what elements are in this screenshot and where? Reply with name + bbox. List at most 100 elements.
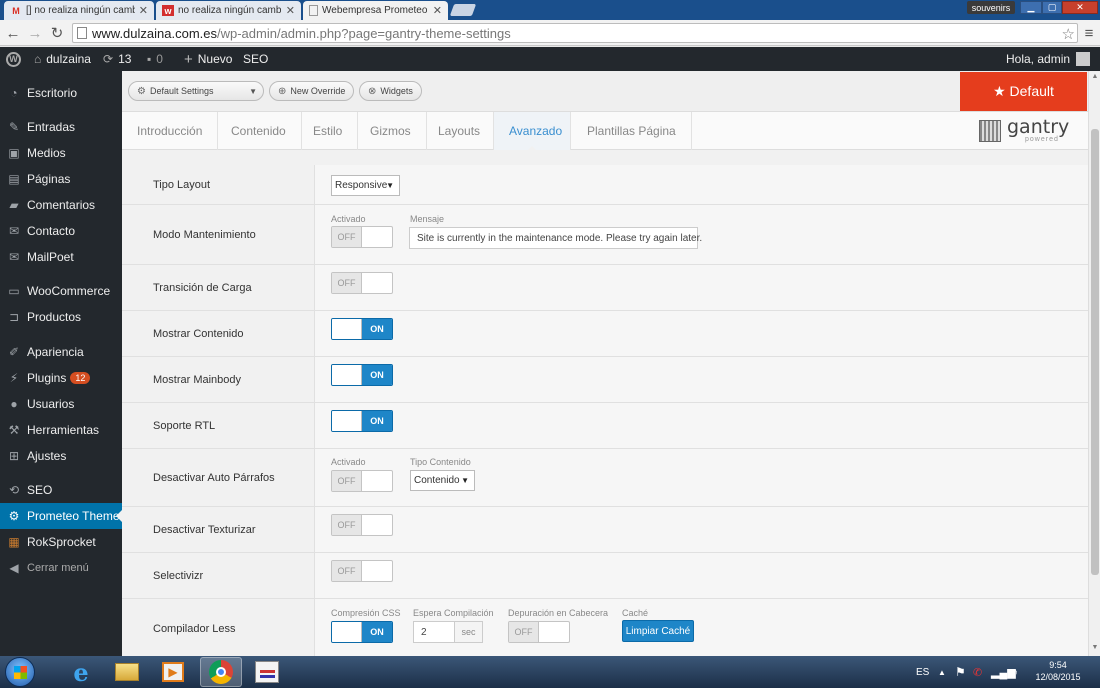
admin-bar-account[interactable]: Hola, admin bbox=[1006, 47, 1091, 71]
windows-logo-icon bbox=[14, 666, 27, 679]
wrench-icon: ⚒ bbox=[8, 423, 20, 437]
back-icon[interactable]: ← bbox=[4, 24, 22, 42]
start-button[interactable] bbox=[5, 657, 35, 687]
sidebar-item-comentarios[interactable]: ▰ Comentarios bbox=[0, 192, 122, 218]
gmail-icon: M bbox=[12, 5, 20, 16]
sidebar-item-entradas[interactable]: ✎ Entradas bbox=[0, 114, 122, 140]
wordpress-logo-icon[interactable]: W bbox=[6, 47, 21, 71]
sidebar-item-roksprocket[interactable]: ▦ RokSprocket bbox=[0, 529, 122, 555]
sidebar-item-mailpoet[interactable]: ✉ MailPoet bbox=[0, 244, 122, 270]
collapse-icon: ◀ bbox=[9, 561, 19, 575]
scroll-down-icon[interactable]: ▼ bbox=[1091, 644, 1099, 654]
desactivar-texturizar-toggle[interactable]: OFF bbox=[331, 514, 393, 536]
new-override-button[interactable]: ⊕ New Override bbox=[269, 81, 355, 101]
updates-icon: ⟳ bbox=[103, 52, 114, 66]
volume-icon[interactable]: ♪ bbox=[1012, 656, 1018, 688]
new-tab-button[interactable] bbox=[449, 4, 477, 16]
browser-tab-forum[interactable]: w no realiza ningún cambio ✕ bbox=[156, 1, 301, 20]
espera-compilacion-input[interactable]: 2 bbox=[413, 621, 455, 643]
sidebar-item-paginas[interactable]: ▤ Páginas bbox=[0, 166, 122, 192]
admin-bar-seo[interactable]: SEO bbox=[243, 47, 268, 71]
row-field: Compresión CSS ON Espera Compilación 2 s… bbox=[315, 599, 1088, 656]
chevron-down-icon: ▼ bbox=[461, 476, 469, 485]
app-icon[interactable] bbox=[246, 657, 288, 687]
row-desactivar-texturizar: Desactivar Texturizar OFF bbox=[122, 507, 1088, 553]
sidebar-item-seo[interactable]: ⟲ SEO bbox=[0, 477, 122, 503]
taskbar-clock[interactable]: 9:54 12/08/2015 bbox=[1030, 659, 1086, 683]
maximize-icon[interactable]: ▢ bbox=[1042, 1, 1062, 14]
close-window-icon[interactable]: ✕ bbox=[1062, 1, 1098, 14]
chrome-menu-icon[interactable]: ≡ bbox=[1082, 24, 1096, 42]
link-icon: ⊗ bbox=[368, 85, 377, 97]
sidebar-collapse-menu[interactable]: ◀ Cerrar menú bbox=[0, 555, 122, 581]
tab-contenido[interactable]: Contenido bbox=[216, 112, 302, 150]
tipo-layout-select[interactable]: Responsive ▼ bbox=[331, 175, 400, 196]
tab-layouts[interactable]: Layouts bbox=[423, 112, 497, 150]
network-warning-icon[interactable]: ✆ bbox=[973, 656, 982, 688]
sidebar-item-woocommerce[interactable]: ▭ WooCommerce bbox=[0, 278, 122, 304]
soporte-rtl-toggle[interactable]: ON bbox=[331, 410, 393, 432]
tab-avanzado[interactable]: Avanzado bbox=[493, 112, 571, 151]
minimize-icon[interactable]: ▁ bbox=[1020, 1, 1042, 14]
sidebar-item-apariencia[interactable]: ✐ Apariencia bbox=[0, 339, 122, 365]
mensaje-input[interactable]: Site is currently in the maintenance mod… bbox=[409, 227, 702, 249]
sidebar-item-herramientas[interactable]: ⚒ Herramientas bbox=[0, 417, 122, 443]
compresion-css-label: Compresión CSS bbox=[331, 608, 401, 618]
browser-tab-gmail[interactable]: M [] no realiza ningún cambio ✕ bbox=[4, 1, 154, 20]
sidebar-item-contacto[interactable]: ✉ Contacto bbox=[0, 218, 122, 244]
row-mostrar-mainbody: Mostrar Mainbody ON bbox=[122, 357, 1088, 403]
address-bar[interactable]: www.dulzaina.com.es /wp-admin/admin.php?… bbox=[72, 23, 1078, 43]
default-settings-select[interactable]: ⚙ Default Settings ▼ bbox=[128, 81, 264, 101]
sidebar-item-medios[interactable]: ▣ Medios bbox=[0, 140, 122, 166]
scrollbar-thumb[interactable] bbox=[1091, 129, 1099, 575]
page-scrollbar[interactable]: ▲ ▼ bbox=[1088, 71, 1100, 656]
mostrar-mainbody-toggle[interactable]: ON bbox=[331, 364, 393, 386]
desactivar-auto-parrafos-toggle[interactable]: OFF bbox=[331, 470, 393, 492]
admin-bar-updates[interactable]: ⟳ 13 bbox=[103, 47, 131, 71]
input-language[interactable]: ES bbox=[916, 656, 929, 688]
flag-icon[interactable]: ⚑ bbox=[955, 656, 966, 688]
selectivizr-toggle[interactable]: OFF bbox=[331, 560, 393, 582]
close-icon[interactable]: ✕ bbox=[286, 4, 295, 17]
depuracion-cabecera-toggle[interactable]: OFF bbox=[508, 621, 570, 643]
bookmark-star-icon[interactable]: ☆ bbox=[1062, 25, 1075, 43]
sidebar-item-prometeo-theme[interactable]: ⚙ Prometeo Theme bbox=[0, 503, 123, 529]
main-content: ⚙ Default Settings ▼ ⊕ New Override ⊗ Wi… bbox=[122, 71, 1088, 656]
modo-mantenimiento-toggle[interactable]: OFF bbox=[331, 226, 393, 248]
explorer-icon[interactable] bbox=[106, 657, 148, 687]
sidebar-item-escritorio[interactable]: ◔ Escritorio bbox=[0, 80, 122, 106]
admin-bar-comments[interactable]: ▪ 0 bbox=[147, 47, 163, 71]
default-override-button[interactable]: ★ Default bbox=[960, 72, 1087, 111]
widgets-button[interactable]: ⊗ Widgets bbox=[359, 81, 422, 101]
settings-tabs: Introducción Contenido Estilo Gizmos Lay… bbox=[122, 111, 1088, 151]
limpiar-cache-button[interactable]: Limpiar Caché bbox=[622, 620, 694, 642]
mostrar-contenido-toggle[interactable]: ON bbox=[331, 318, 393, 340]
url-path: /wp-admin/admin.php?page=gantry-theme-se… bbox=[217, 25, 511, 41]
sidebar-item-usuarios[interactable]: ● Usuarios bbox=[0, 391, 122, 417]
media-player-icon[interactable]: ▶ bbox=[152, 657, 194, 687]
tipo-contenido-select[interactable]: Contenido ▼ bbox=[410, 470, 475, 491]
mail-icon: ✉ bbox=[8, 250, 20, 264]
admin-bar-site[interactable]: ⌂ dulzaina bbox=[34, 47, 91, 71]
compresion-css-toggle[interactable]: ON bbox=[331, 621, 393, 643]
chrome-user-badge[interactable]: souvenirs bbox=[967, 1, 1015, 14]
sidebar-item-plugins[interactable]: ⚡ Plugins 12 bbox=[0, 365, 122, 391]
chevron-down-icon: ▼ bbox=[249, 86, 257, 96]
browser-tab-webempresa[interactable]: Webempresa Prometeo Th ✕ bbox=[303, 1, 448, 20]
tray-expand-icon[interactable]: ▲ bbox=[938, 656, 946, 688]
sidebar-item-ajustes[interactable]: ⊞ Ajustes bbox=[0, 443, 122, 469]
admin-bar-new[interactable]: + Nuevo bbox=[184, 47, 232, 71]
transicion-carga-toggle[interactable]: OFF bbox=[331, 272, 393, 294]
sidebar-item-productos[interactable]: ⊐ Productos bbox=[0, 304, 122, 330]
ie-icon[interactable]: e bbox=[60, 657, 102, 687]
tab-plantillas-pagina[interactable]: Plantillas Página bbox=[572, 112, 692, 150]
forward-icon[interactable]: → bbox=[26, 24, 44, 42]
tab-introduccion[interactable]: Introducción bbox=[122, 112, 219, 150]
scroll-up-icon[interactable]: ▲ bbox=[1091, 73, 1099, 83]
chrome-icon[interactable] bbox=[200, 657, 242, 687]
tab-estilo[interactable]: Estilo bbox=[298, 112, 359, 150]
tab-gizmos[interactable]: Gizmos bbox=[355, 112, 427, 150]
close-icon[interactable]: ✕ bbox=[139, 4, 148, 17]
close-icon[interactable]: ✕ bbox=[433, 4, 442, 17]
reload-icon[interactable]: ↻ bbox=[48, 24, 66, 42]
